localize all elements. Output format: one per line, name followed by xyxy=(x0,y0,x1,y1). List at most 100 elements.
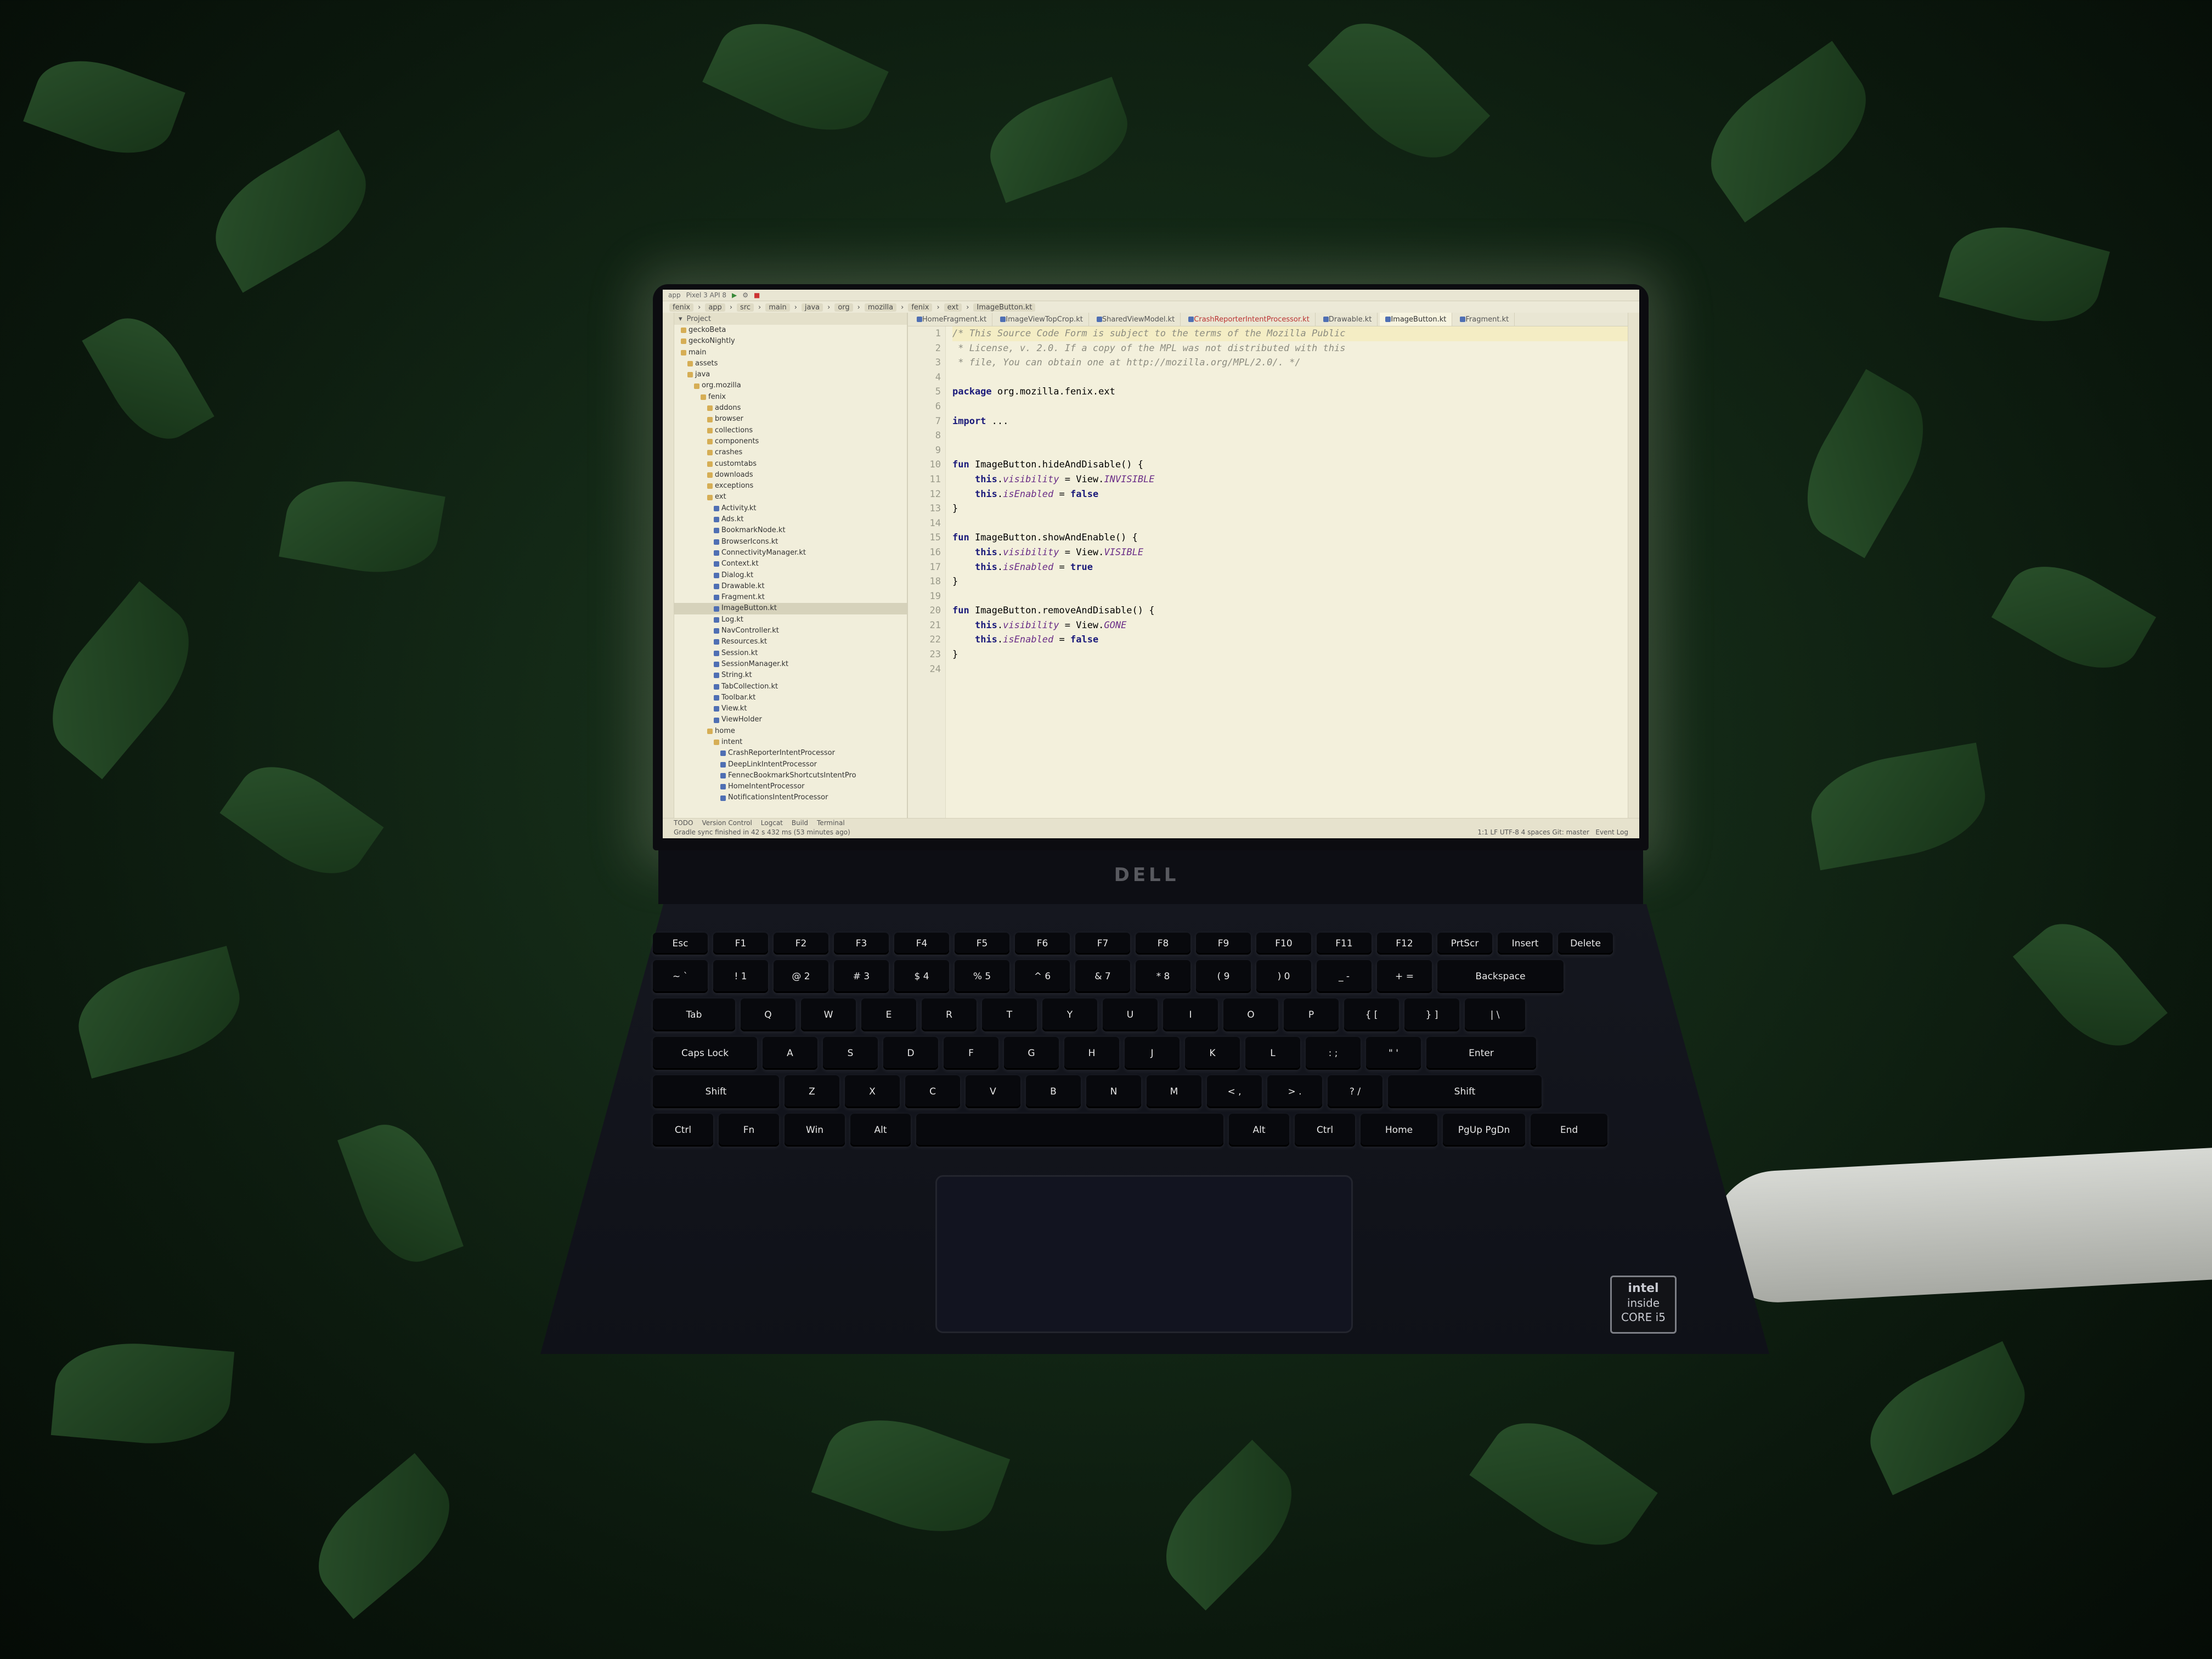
key[interactable]: Q xyxy=(741,998,795,1031)
code-editor[interactable]: 1 2 3 4 5 6 7 8 9 10 11 12 13 14 15 16 17 18 19 20 21 22 23 24 … xyxy=(908,326,1628,819)
code-area[interactable]: /* This Source Code Form is subject to t… xyxy=(946,326,1628,819)
tree-item[interactable]: geckoNightly xyxy=(674,336,907,347)
tree-item[interactable]: String.kt xyxy=(674,670,907,681)
tree-item[interactable]: Resources.kt xyxy=(674,636,907,647)
key[interactable]: F3 xyxy=(834,933,889,955)
tree-item[interactable]: org.mozilla xyxy=(674,380,907,391)
tree-item[interactable]: NotificationsIntentProcessor xyxy=(674,792,907,803)
key[interactable]: { [ xyxy=(1344,998,1399,1031)
key[interactable]: > . xyxy=(1267,1075,1322,1108)
key[interactable]: ? / xyxy=(1328,1075,1383,1108)
key[interactable]: V xyxy=(966,1075,1020,1108)
editor-tab[interactable]: SharedViewModel.kt xyxy=(1091,313,1181,326)
code-line[interactable] xyxy=(952,443,1628,458)
code-line[interactable]: this.visibility = View.VISIBLE xyxy=(952,545,1628,560)
key[interactable]: F2 xyxy=(774,933,828,955)
tool-window-button[interactable]: Build xyxy=(792,819,808,827)
tool-window-button[interactable]: Logcat xyxy=(761,819,783,827)
key[interactable]: } ] xyxy=(1404,998,1459,1031)
tree-item[interactable]: components xyxy=(674,436,907,447)
key[interactable]: O xyxy=(1223,998,1278,1031)
key[interactable]: F12 xyxy=(1377,933,1432,955)
editor-tab[interactable]: Drawable.kt xyxy=(1318,313,1378,326)
tree-item[interactable]: CrashReporterIntentProcessor xyxy=(674,748,907,759)
tree-item[interactable]: intent xyxy=(674,737,907,748)
key[interactable]: | \ xyxy=(1465,998,1525,1031)
key[interactable]: F10 xyxy=(1256,933,1311,955)
key[interactable]: Alt xyxy=(1229,1114,1289,1147)
tree-item[interactable]: DeepLinkIntentProcessor xyxy=(674,759,907,770)
tree-item[interactable]: Context.kt xyxy=(674,558,907,569)
code-line[interactable] xyxy=(952,662,1628,677)
key[interactable]: F xyxy=(944,1037,998,1070)
key[interactable]: Ctrl xyxy=(653,1114,713,1147)
key[interactable]: ( 9 xyxy=(1196,960,1251,993)
key[interactable]: F5 xyxy=(955,933,1009,955)
key[interactable]: F11 xyxy=(1317,933,1372,955)
tree-item[interactable]: BrowserIcons.kt xyxy=(674,537,907,548)
key[interactable]: G xyxy=(1004,1037,1059,1070)
key[interactable]: # 3 xyxy=(834,960,889,993)
key[interactable]: F8 xyxy=(1136,933,1190,955)
breadcrumb-item[interactable]: java xyxy=(801,303,823,312)
key[interactable]: Fn xyxy=(719,1114,779,1147)
code-line[interactable]: this.isEnabled = false xyxy=(952,633,1628,647)
tree-item[interactable]: java xyxy=(674,369,907,380)
key[interactable]: F9 xyxy=(1196,933,1251,955)
editor-tab[interactable]: ImageButton.kt xyxy=(1380,313,1453,326)
code-line[interactable]: import ... xyxy=(952,414,1628,429)
tool-window-button[interactable]: Version Control xyxy=(702,819,752,827)
tree-item[interactable]: NavController.kt xyxy=(674,625,907,636)
key[interactable]: T xyxy=(982,998,1037,1031)
key[interactable]: % 5 xyxy=(955,960,1009,993)
tree-item[interactable]: Activity.kt xyxy=(674,503,907,514)
code-line[interactable]: this.visibility = View.GONE xyxy=(952,618,1628,633)
breadcrumb-item[interactable]: org xyxy=(834,303,853,312)
key[interactable]: Esc xyxy=(653,933,708,955)
tree-item[interactable]: ImageButton.kt xyxy=(674,603,907,614)
editor-tab[interactable]: ImageViewTopCrop.kt xyxy=(995,313,1089,326)
tree-item[interactable]: SessionManager.kt xyxy=(674,659,907,670)
code-line[interactable]: this.isEnabled = true xyxy=(952,560,1628,575)
code-line[interactable] xyxy=(952,589,1628,604)
code-line[interactable]: package org.mozilla.fenix.ext xyxy=(952,385,1628,399)
key[interactable]: I xyxy=(1163,998,1218,1031)
key[interactable]: P xyxy=(1284,998,1339,1031)
key[interactable]: H xyxy=(1064,1037,1119,1070)
key[interactable]: Insert xyxy=(1498,933,1553,955)
key[interactable]: R xyxy=(922,998,977,1031)
tree-item[interactable]: ext xyxy=(674,492,907,503)
key[interactable]: * 8 xyxy=(1136,960,1190,993)
key[interactable]: B xyxy=(1026,1075,1081,1108)
key[interactable]: Alt xyxy=(850,1114,911,1147)
code-line[interactable] xyxy=(952,516,1628,531)
key[interactable]: Shift xyxy=(653,1075,779,1108)
tree-item[interactable]: fenix xyxy=(674,392,907,403)
editor-tab[interactable]: Fragment.kt xyxy=(1454,313,1515,326)
tree-item[interactable]: TabCollection.kt xyxy=(674,681,907,692)
breadcrumb-item[interactable]: ImageButton.kt xyxy=(973,303,1036,312)
tree-item[interactable]: browser xyxy=(674,414,907,425)
tree-item[interactable]: customtabs xyxy=(674,459,907,470)
tree-item[interactable]: Drawable.kt xyxy=(674,581,907,592)
key[interactable]: ! 1 xyxy=(713,960,768,993)
tree-item[interactable]: View.kt xyxy=(674,703,907,714)
key[interactable]: U xyxy=(1103,998,1158,1031)
key[interactable]: & 7 xyxy=(1075,960,1130,993)
tree-item[interactable]: main xyxy=(674,347,907,358)
tree-item[interactable]: addons xyxy=(674,403,907,414)
key[interactable]: F1 xyxy=(713,933,768,955)
key[interactable]: A xyxy=(763,1037,817,1070)
breadcrumb-item[interactable]: fenix xyxy=(908,303,933,312)
code-line[interactable]: * License, v. 2.0. If a copy of the MPL … xyxy=(952,341,1628,356)
key[interactable]: Tab xyxy=(653,998,735,1031)
tree-item[interactable]: crashes xyxy=(674,447,907,458)
key[interactable]: Caps Lock xyxy=(653,1037,757,1070)
code-line[interactable]: } xyxy=(952,574,1628,589)
event-log-button[interactable]: Event Log xyxy=(1595,828,1628,836)
space-key[interactable] xyxy=(916,1114,1223,1147)
tree-item[interactable]: Ads.kt xyxy=(674,514,907,525)
key[interactable]: $ 4 xyxy=(894,960,949,993)
key[interactable]: X xyxy=(845,1075,900,1108)
key[interactable]: F6 xyxy=(1015,933,1070,955)
